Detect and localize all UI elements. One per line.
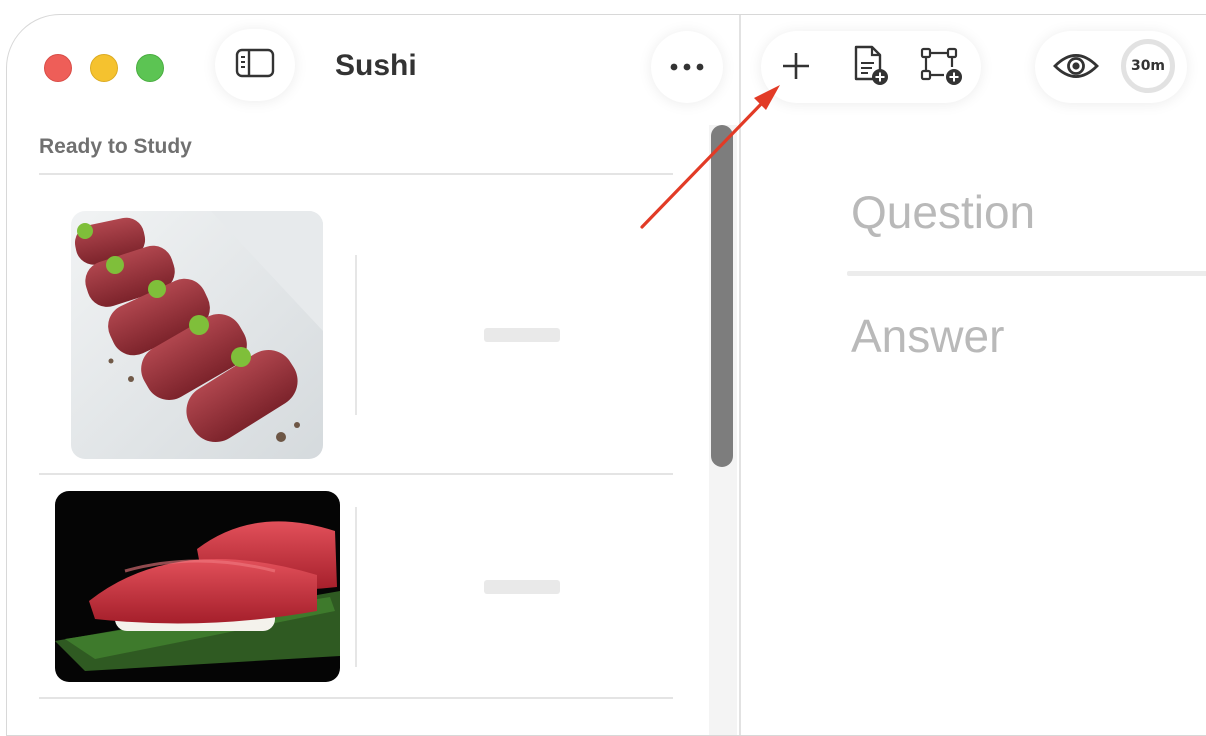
annotation-arrow	[640, 85, 780, 229]
